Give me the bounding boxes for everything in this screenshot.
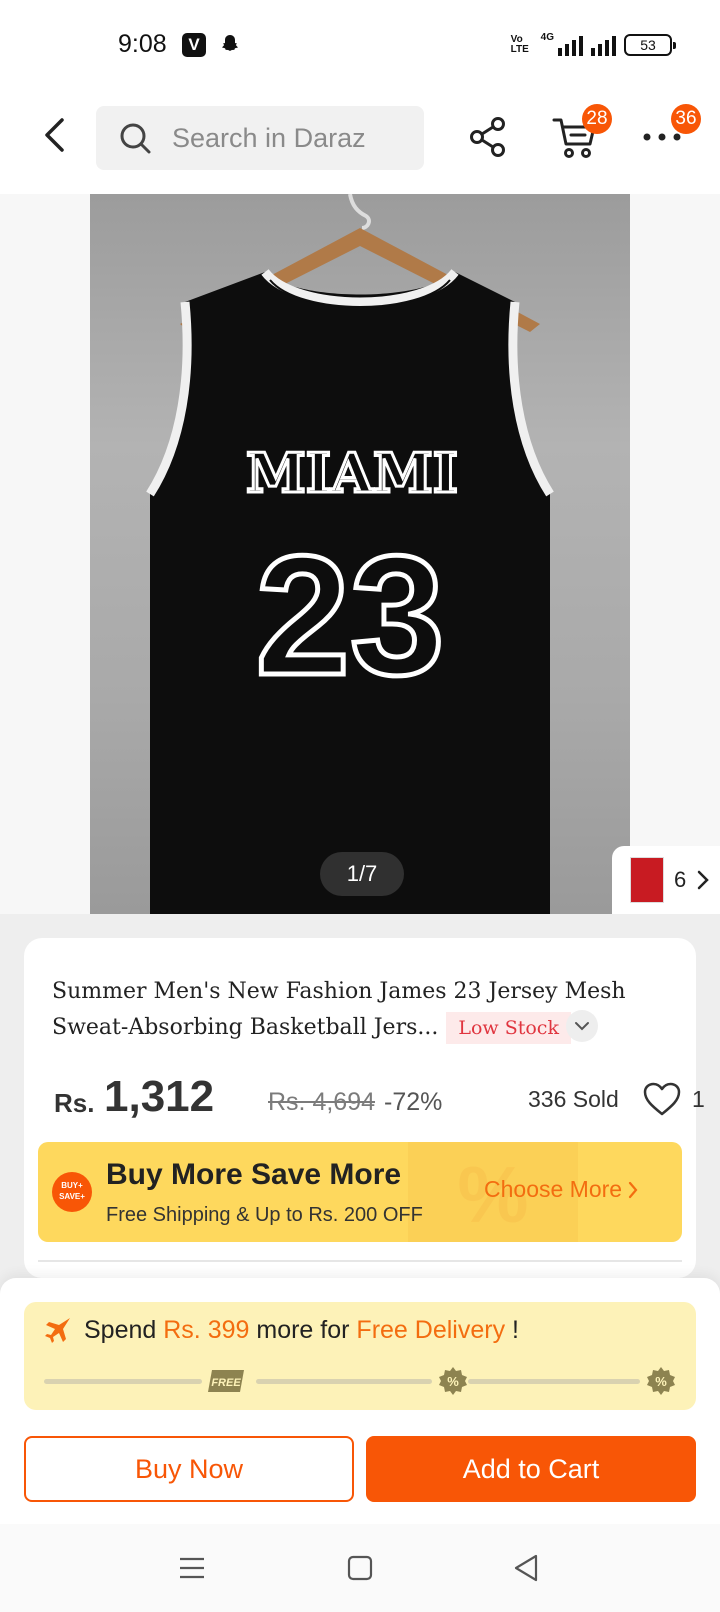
chevron-right-icon [628, 1181, 638, 1198]
product-gallery[interactable]: MIAMI 23 1/7 6 [0, 194, 720, 914]
variant-selector[interactable]: 6 [612, 846, 720, 914]
free-badge-label: FREE [211, 1377, 241, 1389]
delivery-middle: more for [256, 1316, 350, 1344]
svg-text:%: % [655, 1374, 667, 1389]
product-info-card: Summer Men's New Fashion James 23 Jersey… [24, 938, 705, 1278]
signal-icon [558, 34, 583, 56]
product-image[interactable]: MIAMI 23 [90, 194, 630, 914]
delivery-progress-track: FREE % % [44, 1366, 676, 1396]
product-page: 9:08 V Vo LTE 4G 53 Search in Daraz 28 3… [0, 0, 720, 1612]
free-delivery-milestone-icon: FREE [208, 1370, 244, 1392]
share-button[interactable] [463, 112, 513, 162]
low-stock-badge: Low Stock [446, 1012, 571, 1044]
promo-title: Buy More Save More [106, 1158, 402, 1191]
system-nav-bar [0, 1524, 720, 1612]
delivery-goal: Free Delivery [356, 1316, 506, 1344]
back-triangle-icon [514, 1554, 538, 1582]
home-icon [347, 1555, 373, 1581]
network-label: 4G [540, 32, 554, 43]
delivery-amount: Rs. 399 [163, 1316, 250, 1344]
search-placeholder: Search in Daraz [172, 122, 366, 153]
plane-icon [45, 1318, 70, 1343]
price-row: Rs. 1,312 Rs. 4,694 -72% 336 Sold 1 [54, 1066, 705, 1122]
buy-save-badge: BUY+ SAVE+ [52, 1172, 92, 1212]
variant-count: 6 [674, 867, 687, 892]
snapchat-icon [222, 35, 238, 51]
back-button[interactable] [34, 110, 74, 160]
more-button[interactable]: 36 [637, 104, 701, 162]
choose-more-link[interactable]: Choose More [484, 1176, 638, 1203]
promo-subtitle: Free Shipping & Up to Rs. 200 OFF [106, 1204, 423, 1226]
jersey-number: 23 [255, 521, 444, 711]
discount-milestone-icon: % [647, 1367, 675, 1395]
status-bar: 9:08 V Vo LTE 4G 53 [0, 0, 720, 92]
status-time: 9:08 [118, 30, 167, 58]
header: Search in Daraz 28 36 [0, 92, 720, 194]
delivery-prefix: Spend [84, 1316, 157, 1344]
search-input[interactable]: Search in Daraz [96, 106, 424, 170]
bottom-action-sheet: Spend Rs. 399 more for Free Delivery ! F… [0, 1278, 720, 1524]
wishlist-count: 1 [692, 1086, 705, 1112]
system-back-button[interactable] [504, 1546, 548, 1590]
currency-label: Rs. [54, 1088, 95, 1118]
chevron-down-icon [575, 1022, 589, 1031]
progress-segment [256, 1379, 432, 1384]
home-button[interactable] [338, 1546, 382, 1590]
image-counter: 1/7 [320, 852, 404, 896]
volte-label: Vo LTE [510, 34, 529, 55]
jersey-text: MIAMI [246, 441, 458, 505]
signal-icon-2 [591, 34, 616, 56]
chevron-right-icon [698, 870, 710, 890]
menu-icon [180, 1557, 204, 1579]
choose-more-label: Choose More [484, 1176, 623, 1202]
add-to-cart-button[interactable]: Add to Cart [366, 1436, 696, 1502]
search-icon [120, 123, 151, 154]
status-indicators: Vo LTE 4G 53 [510, 32, 676, 58]
divider [38, 1260, 682, 1262]
sold-count: 336 Sold [528, 1086, 619, 1112]
discount-milestone-icon: % [439, 1367, 467, 1395]
svg-text:%: % [447, 1374, 459, 1389]
expand-title-button[interactable] [566, 1010, 598, 1042]
variant-thumbnail [630, 857, 664, 903]
free-delivery-progress: Spend Rs. 399 more for Free Delivery ! F… [24, 1302, 696, 1410]
delivery-message: Spend Rs. 399 more for Free Delivery ! [84, 1316, 519, 1345]
heart-icon[interactable] [642, 1080, 682, 1120]
share-icon [470, 117, 505, 157]
delivery-suffix: ! [512, 1316, 519, 1344]
progress-segment [44, 1379, 202, 1384]
more-badge: 36 [671, 104, 701, 134]
progress-segment [468, 1379, 640, 1384]
promo-banner[interactable]: % BUY+ SAVE+ Buy More Save More Free Shi… [38, 1142, 682, 1242]
more-icon [643, 133, 681, 141]
back-icon [45, 118, 64, 152]
cart-button[interactable]: 28 [550, 104, 612, 162]
price: 1,312 [104, 1072, 215, 1121]
battery-icon: 53 [624, 34, 676, 56]
original-price: Rs. 4,694 [268, 1088, 376, 1116]
vpn-icon: V [182, 33, 206, 57]
recents-button[interactable] [170, 1546, 214, 1590]
discount-percent: -72% [384, 1088, 443, 1116]
cart-badge: 28 [582, 104, 612, 134]
buy-now-button[interactable]: Buy Now [24, 1436, 354, 1502]
jersey-image: MIAMI 23 [146, 194, 554, 914]
